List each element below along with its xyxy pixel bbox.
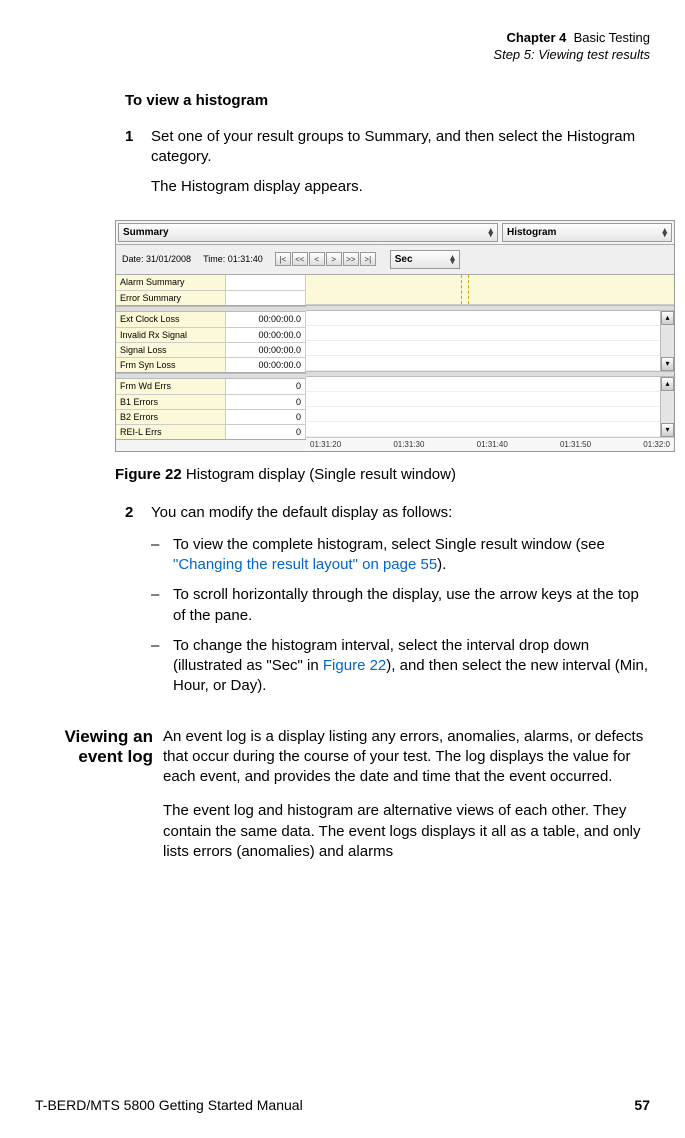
step-text: You can modify the default display as fo… [151,503,650,523]
row-label: Alarm Summary [116,275,226,290]
summary-dropdown[interactable]: Summary ▴▾ [118,223,498,242]
step-text: Set one of your result groups to Summary… [151,127,650,168]
bullet-text: To scroll horizontally through the displ… [173,585,650,626]
cross-reference-link[interactable]: Figure 22 [323,657,386,674]
footer-page-number: 57 [634,1097,650,1113]
scroll-up-button[interactable]: ▴ [661,377,674,391]
axis-tick: 01:31:20 [310,440,341,449]
cross-reference-link[interactable]: "Changing the result layout" on page 55 [173,556,437,573]
subsection-head: To view a histogram [125,92,650,109]
axis-tick: 01:31:40 [477,440,508,449]
nav-rewind-button[interactable]: << [292,252,308,266]
caption-text: Histogram display (Single result window) [186,466,456,483]
chapter-label: Chapter 4 [506,30,566,45]
step-number: 1 [125,127,151,208]
footer-title: T-BERD/MTS 5800 Getting Started Manual [35,1097,303,1113]
paragraph: The event log and histogram are alternat… [163,801,650,862]
step-title: Step 5: Viewing test results [35,47,650,64]
page-footer: T-BERD/MTS 5800 Getting Started Manual 5… [35,1077,650,1113]
interval-dropdown[interactable]: Sec ▴▾ [390,250,460,269]
row-value: 00:00:00.0 [226,328,306,342]
row-value [226,291,306,305]
axis-tick: 01:31:30 [393,440,424,449]
scroll-down-button[interactable]: ▾ [661,357,674,371]
spinner-icon: ▴▾ [662,228,667,237]
row-value: 00:00:00.0 [226,358,306,372]
dropdown-label: Histogram [507,227,556,238]
axis-tick: 01:32:0 [643,440,670,449]
date-label: Date: 31/01/2008 [122,254,191,264]
step-text: The Histogram display appears. [151,177,650,197]
nav-first-button[interactable]: |< [275,252,291,266]
row-value: 00:00:00.0 [226,343,306,357]
row-label: B1 Errors [116,395,226,409]
scroll-down-button[interactable]: ▾ [661,423,674,437]
bullet-dash: – [151,636,173,697]
dropdown-label: Summary [123,227,169,238]
row-value: 0 [226,379,306,394]
histogram-dropdown[interactable]: Histogram ▴▾ [502,223,672,242]
row-label: Ext Clock Loss [116,312,226,327]
time-label: Time: 01:31:40 [203,254,263,264]
spinner-icon: ▴▾ [488,228,493,237]
figure-screenshot: Summary ▴▾ Histogram ▴▾ Date: 31/01/2008… [115,220,650,452]
section-heading: Viewing anevent log [35,727,163,877]
dropdown-label: Sec [395,254,413,265]
step-number: 2 [125,503,151,523]
bullet-dash: – [151,535,173,576]
figure-caption: Figure 22 Histogram display (Single resu… [115,466,650,483]
row-value: 0 [226,410,306,424]
row-label: REI-L Errs [116,425,226,439]
row-value: 0 [226,395,306,409]
row-value: 00:00:00.0 [226,312,306,327]
row-label: Signal Loss [116,343,226,357]
row-label: Frm Syn Loss [116,358,226,372]
row-value [226,275,306,290]
row-label: B2 Errors [116,410,226,424]
row-label: Invalid Rx Signal [116,328,226,342]
nav-prev-button[interactable]: < [309,252,325,266]
nav-forward-button[interactable]: >> [343,252,359,266]
paragraph: An event log is a display listing any er… [163,727,650,788]
caption-label: Figure 22 [115,466,182,483]
bullet-dash: – [151,585,173,626]
chapter-title: Basic Testing [574,30,650,45]
spinner-icon: ▴▾ [450,255,455,264]
bullet-text: To view the complete histogram, select S… [173,535,650,576]
bullet-text: To change the histogram interval, select… [173,636,650,697]
row-value: 0 [226,425,306,439]
nav-next-button[interactable]: > [326,252,342,266]
nav-last-button[interactable]: >| [360,252,376,266]
row-label: Frm Wd Errs [116,379,226,394]
scroll-up-button[interactable]: ▴ [661,311,674,325]
axis-tick: 01:31:50 [560,440,591,449]
page-header: Chapter 4 Basic Testing Step 5: Viewing … [35,30,650,64]
row-label: Error Summary [116,291,226,305]
